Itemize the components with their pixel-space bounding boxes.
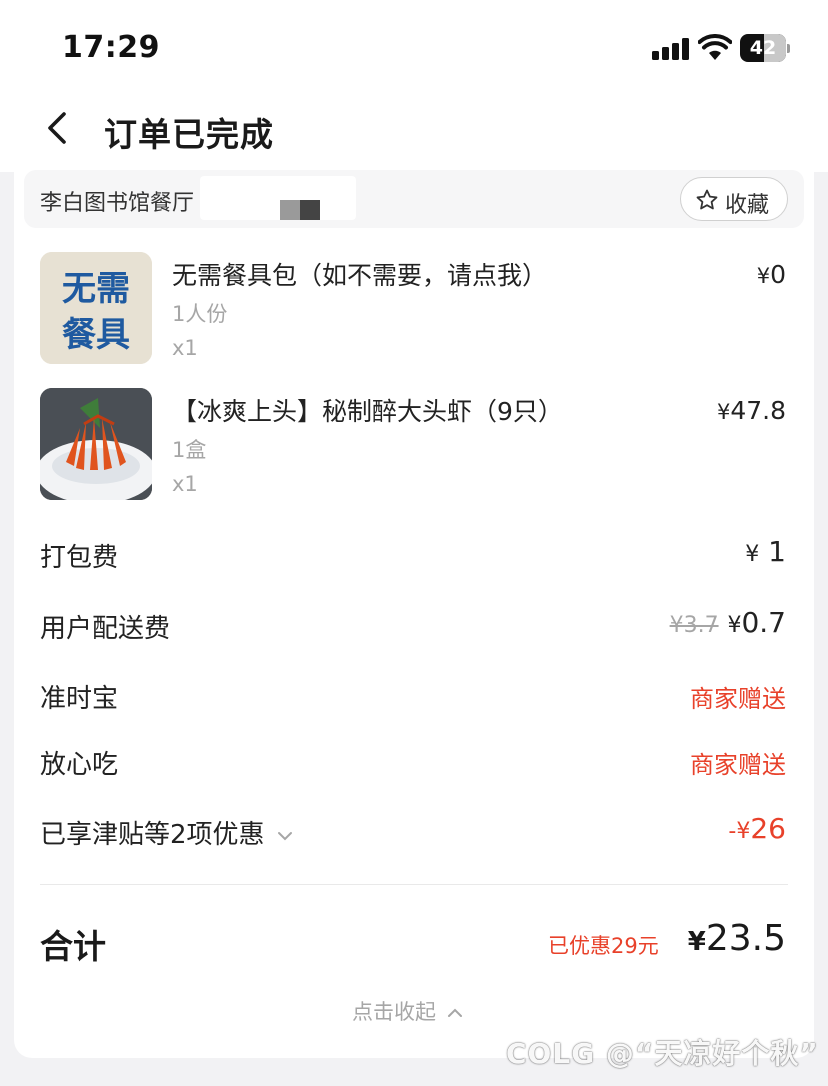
back-arrow-icon[interactable] <box>40 108 76 148</box>
svg-text:餐具: 餐具 <box>62 315 130 355</box>
redaction-mark <box>280 200 320 220</box>
wifi-icon <box>698 34 732 60</box>
original-delivery-fee: ¥3.7 <box>669 613 719 638</box>
top-header: 17:29 42 订单已完成 <box>0 0 828 172</box>
svg-text:无需: 无需 <box>62 269 130 309</box>
discount-label[interactable]: 已享津贴等2项优惠 <box>40 814 293 851</box>
chevron-down-icon[interactable] <box>277 830 293 842</box>
ontime-guarantee-label: 准时宝 <box>40 684 119 714</box>
shop-name[interactable]: 李白图书馆餐厅 <box>40 185 194 217</box>
no-utensils-image: 无需 餐具 <box>40 252 152 364</box>
redaction-mask <box>200 176 356 220</box>
favorite-label: 收藏 <box>725 193 770 218</box>
item-price: ¥0 <box>757 260 786 289</box>
packing-fee-label: 打包费 <box>40 543 119 573</box>
item-image-shrimp[interactable] <box>40 388 152 500</box>
safe-eat-label: 放心吃 <box>40 750 119 780</box>
favorite-button[interactable]: 收藏 <box>680 177 788 221</box>
price-value: 0 <box>770 260 786 289</box>
divider <box>40 884 788 885</box>
item-name[interactable]: 无需餐具包（如不需要，请点我） <box>172 256 547 292</box>
battery-icon: 42 <box>740 34 790 62</box>
battery-level: 42 <box>749 37 777 59</box>
item-quantity: x1 <box>172 472 198 496</box>
status-time: 17:29 <box>62 30 160 65</box>
currency-symbol: ¥ <box>716 400 731 424</box>
item-spec: 1盒 <box>172 438 207 462</box>
ontime-guarantee-value: 商家赠送 <box>690 685 786 713</box>
saved-amount: 已优惠29元 <box>548 934 659 958</box>
delivery-fee-value: ¥3.7 ¥0.7 <box>669 606 786 639</box>
page-title: 订单已完成 <box>104 115 274 154</box>
currency-symbol: ¥ <box>756 264 771 288</box>
item-quantity: x1 <box>172 336 198 360</box>
shrimp-dish-image <box>40 388 152 500</box>
cellular-signal-icon <box>652 38 690 60</box>
collapse-button[interactable]: 点击收起 <box>352 996 463 1026</box>
item-spec: 1人份 <box>172 302 228 326</box>
item-image-no-utensils[interactable]: 无需 餐具 <box>40 252 152 364</box>
item-price: ¥47.8 <box>717 396 786 425</box>
watermark: COLG @“天凉好个秋” <box>506 1037 819 1070</box>
discount-value: -¥26 <box>728 812 786 845</box>
item-name[interactable]: 【冰爽上头】秘制醉大头虾（9只） <box>172 392 563 428</box>
star-icon <box>696 189 718 210</box>
delivery-fee-label: 用户配送费 <box>40 614 171 644</box>
total-label: 合计 <box>40 927 106 966</box>
price-value: 47.8 <box>730 396 786 425</box>
packing-fee-value: ¥ 1 <box>745 535 786 568</box>
total-value: ¥23.5 <box>687 918 786 959</box>
safe-eat-value: 商家赠送 <box>690 751 786 779</box>
shop-bar[interactable]: 李白图书馆餐厅 收藏 <box>24 170 804 228</box>
chevron-up-icon <box>447 1008 462 1017</box>
